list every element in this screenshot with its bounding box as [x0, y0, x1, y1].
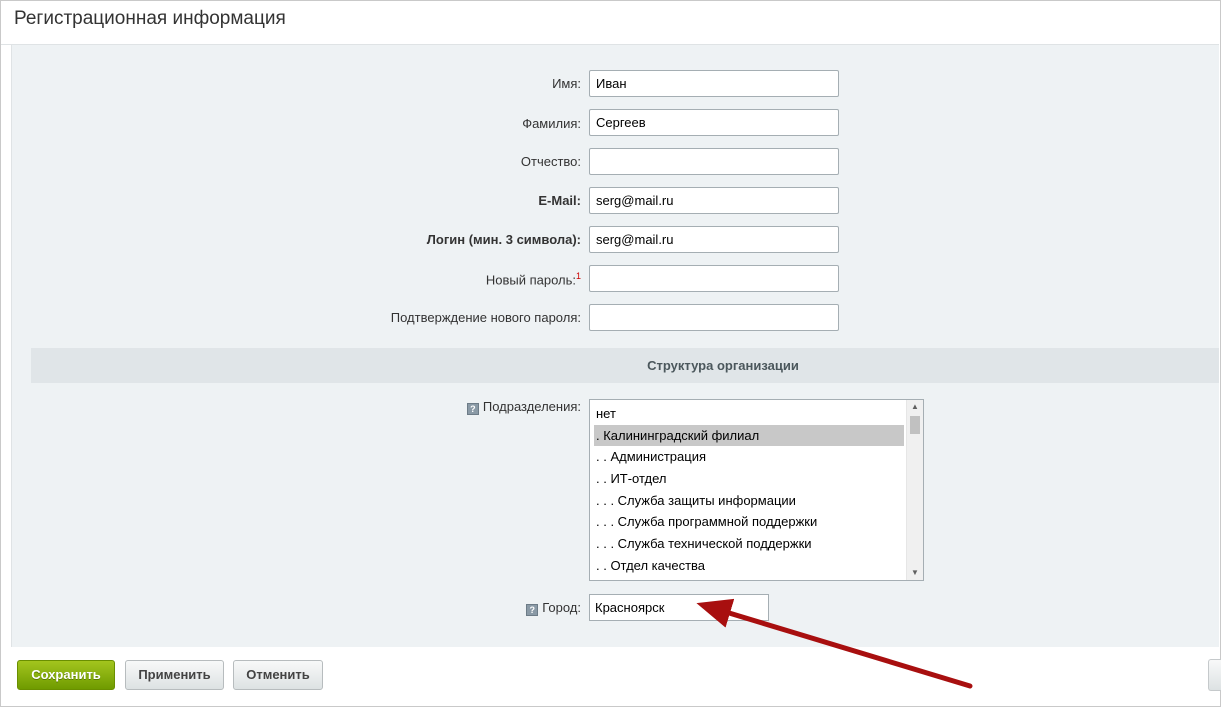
- extra-button-edge[interactable]: [1208, 659, 1221, 691]
- section-title: Структура организации: [647, 358, 799, 373]
- list-item[interactable]: . . . Служба технической поддержки: [594, 533, 904, 555]
- departments-listbox[interactable]: нет. Калининградский филиал. . Администр…: [589, 399, 924, 581]
- patronymic-field[interactable]: [589, 148, 839, 175]
- list-item[interactable]: . . . Служба защиты информации: [594, 490, 904, 512]
- login-label: Логин (мин. 3 символа):: [426, 232, 581, 247]
- confirm-password-label: Подтверждение нового пароля:: [390, 310, 581, 325]
- departments-label: ? Подразделения:: [466, 399, 581, 415]
- city-label-text: Город:: [542, 600, 581, 615]
- new-password-label: Новый пароль:1: [486, 271, 581, 287]
- departments-label-text: Подразделения:: [482, 399, 581, 414]
- email-field[interactable]: [589, 187, 839, 214]
- save-button[interactable]: Сохранить: [17, 660, 115, 690]
- footer-toolbar: Сохранить Применить Отменить: [1, 647, 1221, 705]
- help-icon[interactable]: ?: [466, 403, 479, 415]
- patronymic-label: Отчество:: [520, 154, 581, 169]
- name-field[interactable]: [589, 70, 839, 97]
- cancel-button[interactable]: Отменить: [233, 660, 323, 690]
- login-field[interactable]: [589, 226, 839, 253]
- list-item[interactable]: нет: [594, 403, 904, 425]
- new-password-field[interactable]: [589, 265, 839, 292]
- scroll-thumb[interactable]: [910, 416, 920, 434]
- departments-list: нет. Калининградский филиал. . Администр…: [594, 403, 904, 577]
- listbox-scrollbar[interactable]: ▲ ▼: [906, 400, 923, 580]
- scroll-up-icon[interactable]: ▲: [907, 400, 923, 414]
- page-header: Регистрационная информация: [1, 1, 1219, 45]
- help-icon[interactable]: ?: [526, 604, 539, 616]
- email-label: E-Mail:: [538, 193, 581, 208]
- section-header: Структура организации: [31, 348, 1219, 383]
- page-title: Регистрационная информация: [14, 8, 286, 29]
- confirm-password-field[interactable]: [589, 304, 839, 331]
- list-item[interactable]: . . Администрация: [594, 446, 904, 468]
- city-label: ? Город:: [526, 600, 581, 616]
- new-password-label-text: Новый пароль:: [485, 272, 576, 288]
- list-item[interactable]: . Калининградский филиал: [594, 424, 904, 447]
- apply-button[interactable]: Применить: [125, 660, 224, 690]
- list-item[interactable]: . . Отдел качества: [594, 555, 904, 577]
- surname-field[interactable]: [589, 109, 839, 136]
- list-item[interactable]: . . ИТ-отдел: [594, 468, 904, 490]
- surname-label: Фамилия:: [522, 116, 581, 131]
- scroll-down-icon[interactable]: ▼: [907, 566, 923, 580]
- footnote-marker: 1: [575, 271, 581, 281]
- name-label: Имя:: [552, 76, 581, 91]
- list-item[interactable]: . . . Служба программной поддержки: [594, 511, 904, 533]
- city-field[interactable]: Красноярск: [589, 594, 769, 621]
